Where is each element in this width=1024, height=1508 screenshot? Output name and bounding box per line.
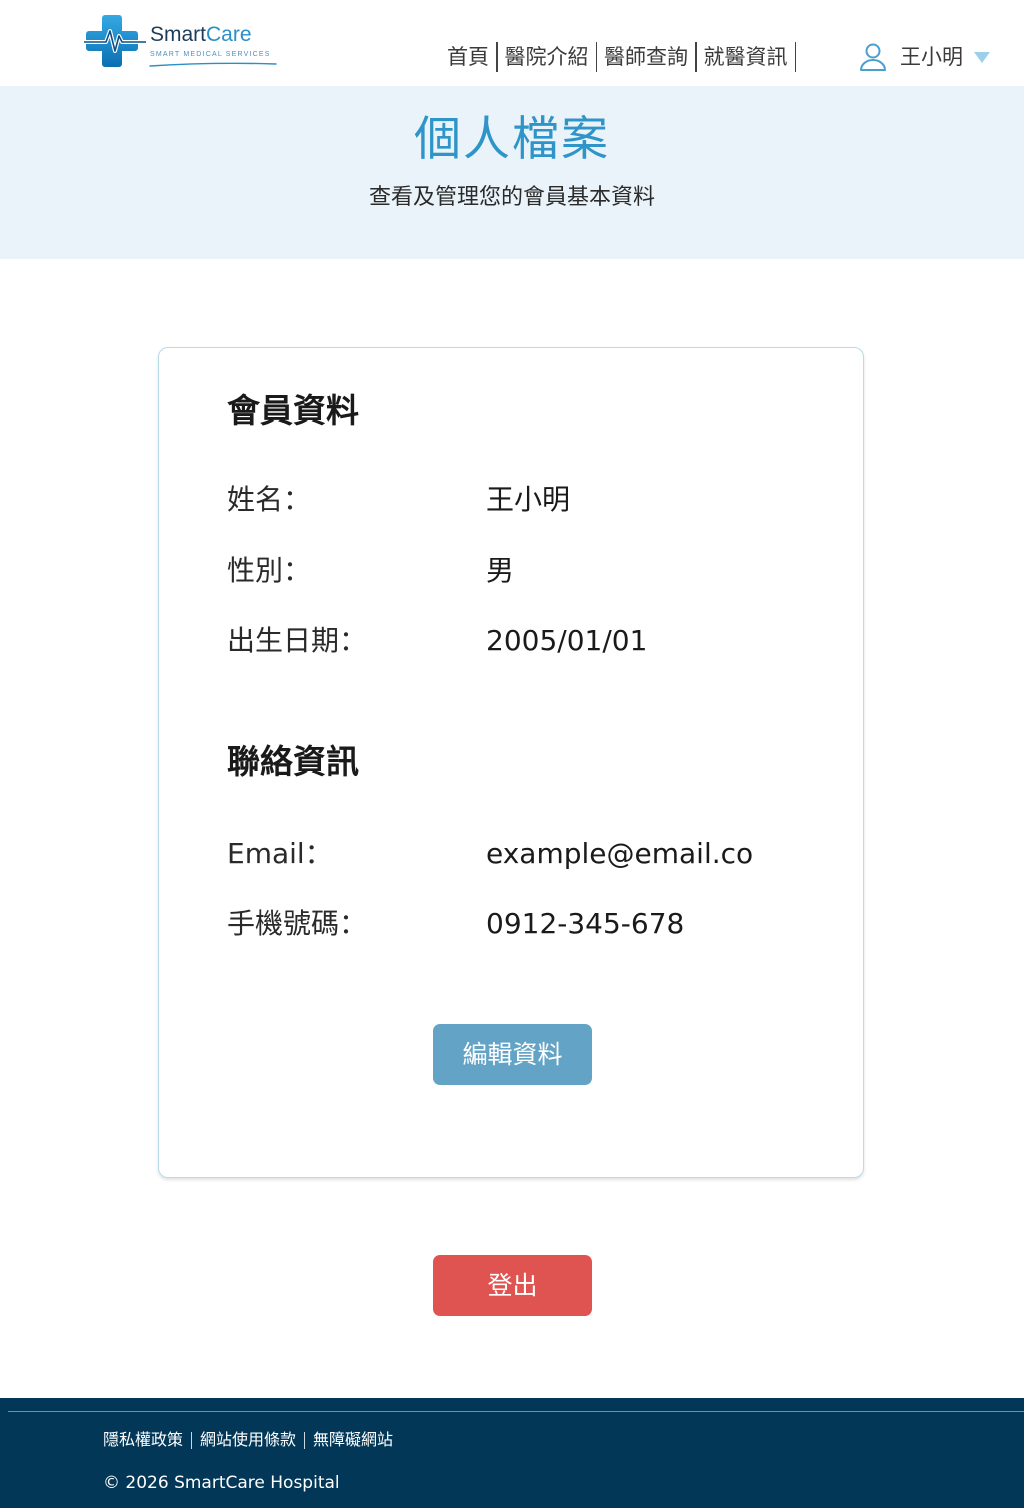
nav-divider [794,42,796,72]
smartcare-logo[interactable]: SmartCare SMART MEDICAL SERVICES [84,12,284,72]
footer-divider [8,1411,1024,1412]
edit-profile-button[interactable]: 編輯資料 [433,1024,592,1085]
site-header: SmartCare SMART MEDICAL SERVICES 首頁 醫院介紹… [0,0,1024,86]
user-menu[interactable]: 王小明 [858,41,991,73]
copyright-text: © 2026 SmartCare Hospital [103,1473,340,1493]
email-value: example@email.co [486,837,754,870]
phone-value: 0912-345-678 [486,907,685,940]
name-value: 王小明 [486,483,571,516]
name-label: 姓名： [227,483,312,516]
logout-button[interactable]: 登出 [433,1255,592,1316]
gender-value: 男 [486,554,515,587]
nav-item-medical-info[interactable]: 就醫資訊 [697,42,795,72]
nav-item-doctor-search[interactable]: 醫師查詢 [597,42,695,72]
main-nav: 首頁 醫院介紹 醫師查詢 就醫資訊 [440,41,796,73]
email-label: Email： [227,837,333,870]
member-section-title: 會員資料 [227,391,359,430]
user-name: 王小明 [900,45,963,69]
page-hero: 個人檔案 查看及管理您的會員基本資料 [0,86,1024,259]
nav-item-hospital-intro[interactable]: 醫院介紹 [498,42,596,72]
footer-link-terms[interactable]: 網站使用條款 [200,1428,296,1452]
medical-cross-heartbeat-icon [84,15,146,67]
footer-link-privacy[interactable]: 隱私權政策 [103,1428,183,1452]
page-title: 個人檔案 [414,112,610,167]
footer-links: 隱私權政策 網站使用條款 無障礙網站 [103,1428,393,1452]
brand-name-care: Care [206,23,252,46]
footer-link-accessibility[interactable]: 無障礙網站 [313,1428,393,1452]
brand-swoosh-decoration [149,62,277,67]
profile-card: 會員資料 姓名： 王小明 性別： 男 出生日期： 2005/01/01 聯絡資訊… [158,347,864,1178]
birthdate-value: 2005/01/01 [486,624,648,657]
brand-name: SmartCare [150,22,252,48]
phone-label: 手機號碼： [227,907,368,940]
footer-link-divider [191,1431,193,1449]
gender-label: 性別： [227,554,312,587]
caret-down-icon [974,52,990,63]
brand-name-smart: Smart [150,23,207,46]
site-footer: 隱私權政策 網站使用條款 無障礙網站 © 2026 SmartCare Hosp… [0,1398,1024,1508]
page-subtitle: 查看及管理您的會員基本資料 [368,185,655,210]
user-icon [860,43,886,71]
nav-item-home[interactable]: 首頁 [440,42,496,72]
footer-link-divider [304,1431,306,1449]
contact-section-title: 聯絡資訊 [227,742,359,781]
birthdate-label: 出生日期： [227,624,368,657]
brand-tagline: SMART MEDICAL SERVICES [150,51,271,58]
